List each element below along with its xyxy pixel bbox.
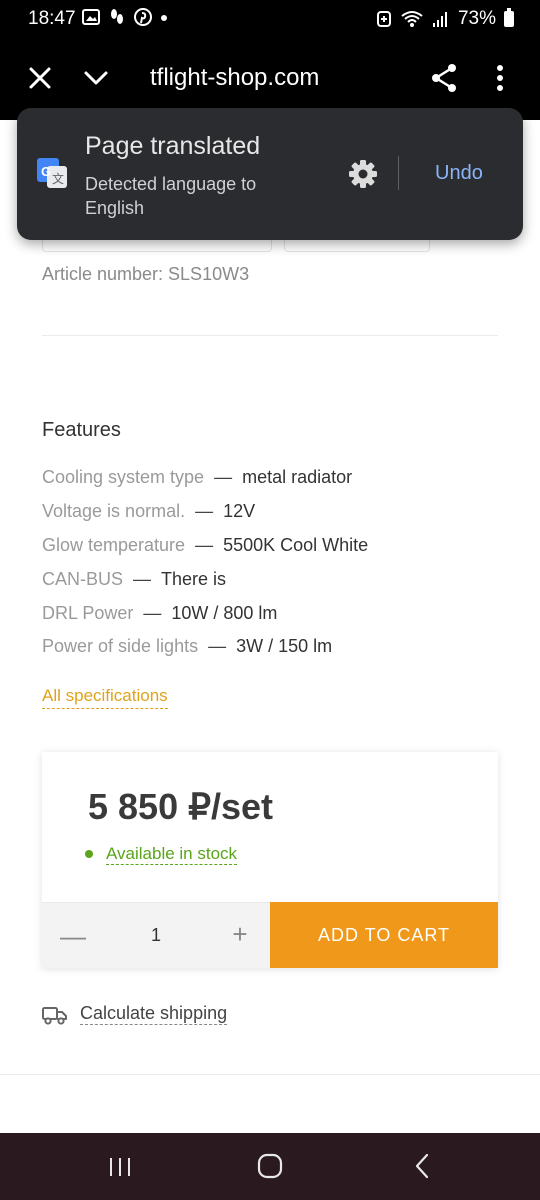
back-icon[interactable]	[412, 1153, 432, 1179]
feature-value: There is	[161, 569, 227, 589]
signal-icon	[432, 12, 447, 27]
close-icon[interactable]	[26, 64, 54, 92]
feature-row: DRL Power — 10W / 800 lm	[42, 603, 277, 624]
undo-button[interactable]: Undo	[435, 162, 483, 185]
recents-icon[interactable]	[108, 1155, 132, 1179]
status-time: 18:47	[28, 8, 76, 29]
feature-key: Cooling system type	[42, 467, 205, 487]
feature-value: 5500K Cool White	[223, 535, 369, 555]
feature-row: CAN-BUS — There is	[42, 569, 226, 590]
svg-text:文: 文	[52, 171, 64, 186]
url-text[interactable]: tflight-shop.com	[150, 64, 319, 92]
battery-percent: 73%	[457, 8, 496, 29]
quantity-input[interactable]: 1	[146, 925, 166, 946]
stock-status-dot	[85, 850, 93, 858]
translate-popup: G 文 Page translated Detected language to…	[17, 108, 523, 240]
divider	[398, 156, 399, 190]
share-icon[interactable]	[428, 62, 460, 94]
feature-dash: —	[214, 467, 233, 487]
feature-dash: —	[133, 569, 152, 589]
data-saver-icon	[376, 11, 391, 27]
stock-status[interactable]: Available in stock	[106, 844, 238, 865]
price-card: 5 850 ₽/set Available in stock — 1 + ADD…	[42, 752, 498, 968]
feature-row: Power of side lights — 3W / 150 lm	[42, 636, 332, 657]
feature-value: 3W / 150 lm	[236, 636, 333, 656]
dot-icon	[161, 15, 167, 21]
feature-dash: —	[143, 603, 162, 623]
battery-icon	[504, 8, 514, 27]
feature-key: CAN-BUS	[42, 569, 124, 589]
translate-subtitle: Detected language to English	[85, 174, 257, 218]
feature-key: DRL Power	[42, 603, 134, 623]
feature-row: Voltage is normal. — 12V	[42, 501, 255, 522]
quantity-stepper: — 1 +	[42, 902, 270, 968]
wifi-icon	[401, 11, 423, 27]
chevron-down-icon[interactable]	[82, 64, 110, 92]
calculate-shipping-link[interactable]: Calculate shipping	[80, 1003, 228, 1025]
all-specifications-link[interactable]: All specifications	[42, 686, 168, 709]
google-translate-icon: G 文	[37, 158, 67, 188]
article-number: Article number: SLS10W3	[42, 264, 250, 284]
divider	[42, 335, 498, 336]
features-heading: Features	[42, 419, 121, 441]
add-to-cart-button[interactable]: ADD TO CART	[270, 902, 498, 968]
decrement-button[interactable]: —	[60, 921, 86, 951]
feature-dash: —	[195, 501, 214, 521]
truck-icon	[42, 1007, 67, 1025]
notification-icons	[82, 8, 168, 26]
price: 5 850 ₽/set	[88, 786, 274, 827]
pinterest-icon	[134, 8, 152, 26]
more-vert-icon[interactable]	[490, 62, 510, 94]
feature-key: Voltage is normal.	[42, 501, 186, 521]
feature-value: 10W / 800 lm	[171, 603, 278, 623]
system-icons: 73%	[376, 8, 514, 30]
feature-key: Glow temperature	[42, 535, 186, 555]
system-navigation-bar	[0, 1133, 540, 1200]
footsteps-icon	[111, 9, 123, 24]
divider	[0, 1074, 540, 1075]
gear-icon[interactable]	[347, 158, 379, 190]
feature-value: metal radiator	[242, 467, 353, 487]
feature-key: Power of side lights	[42, 636, 199, 656]
feature-value: 12V	[223, 501, 256, 521]
feature-dash: —	[208, 636, 227, 656]
status-bar: 18:47 73%	[0, 0, 540, 38]
increment-button[interactable]: +	[228, 919, 252, 949]
home-icon[interactable]	[257, 1153, 283, 1179]
gallery-icon	[82, 9, 100, 25]
feature-row: Cooling system type — metal radiator	[42, 467, 352, 488]
svg-text:G: G	[41, 164, 51, 179]
feature-row: Glow temperature — 5500K Cool White	[42, 535, 368, 556]
feature-dash: —	[195, 535, 214, 555]
translate-title: Page translated	[85, 132, 261, 160]
